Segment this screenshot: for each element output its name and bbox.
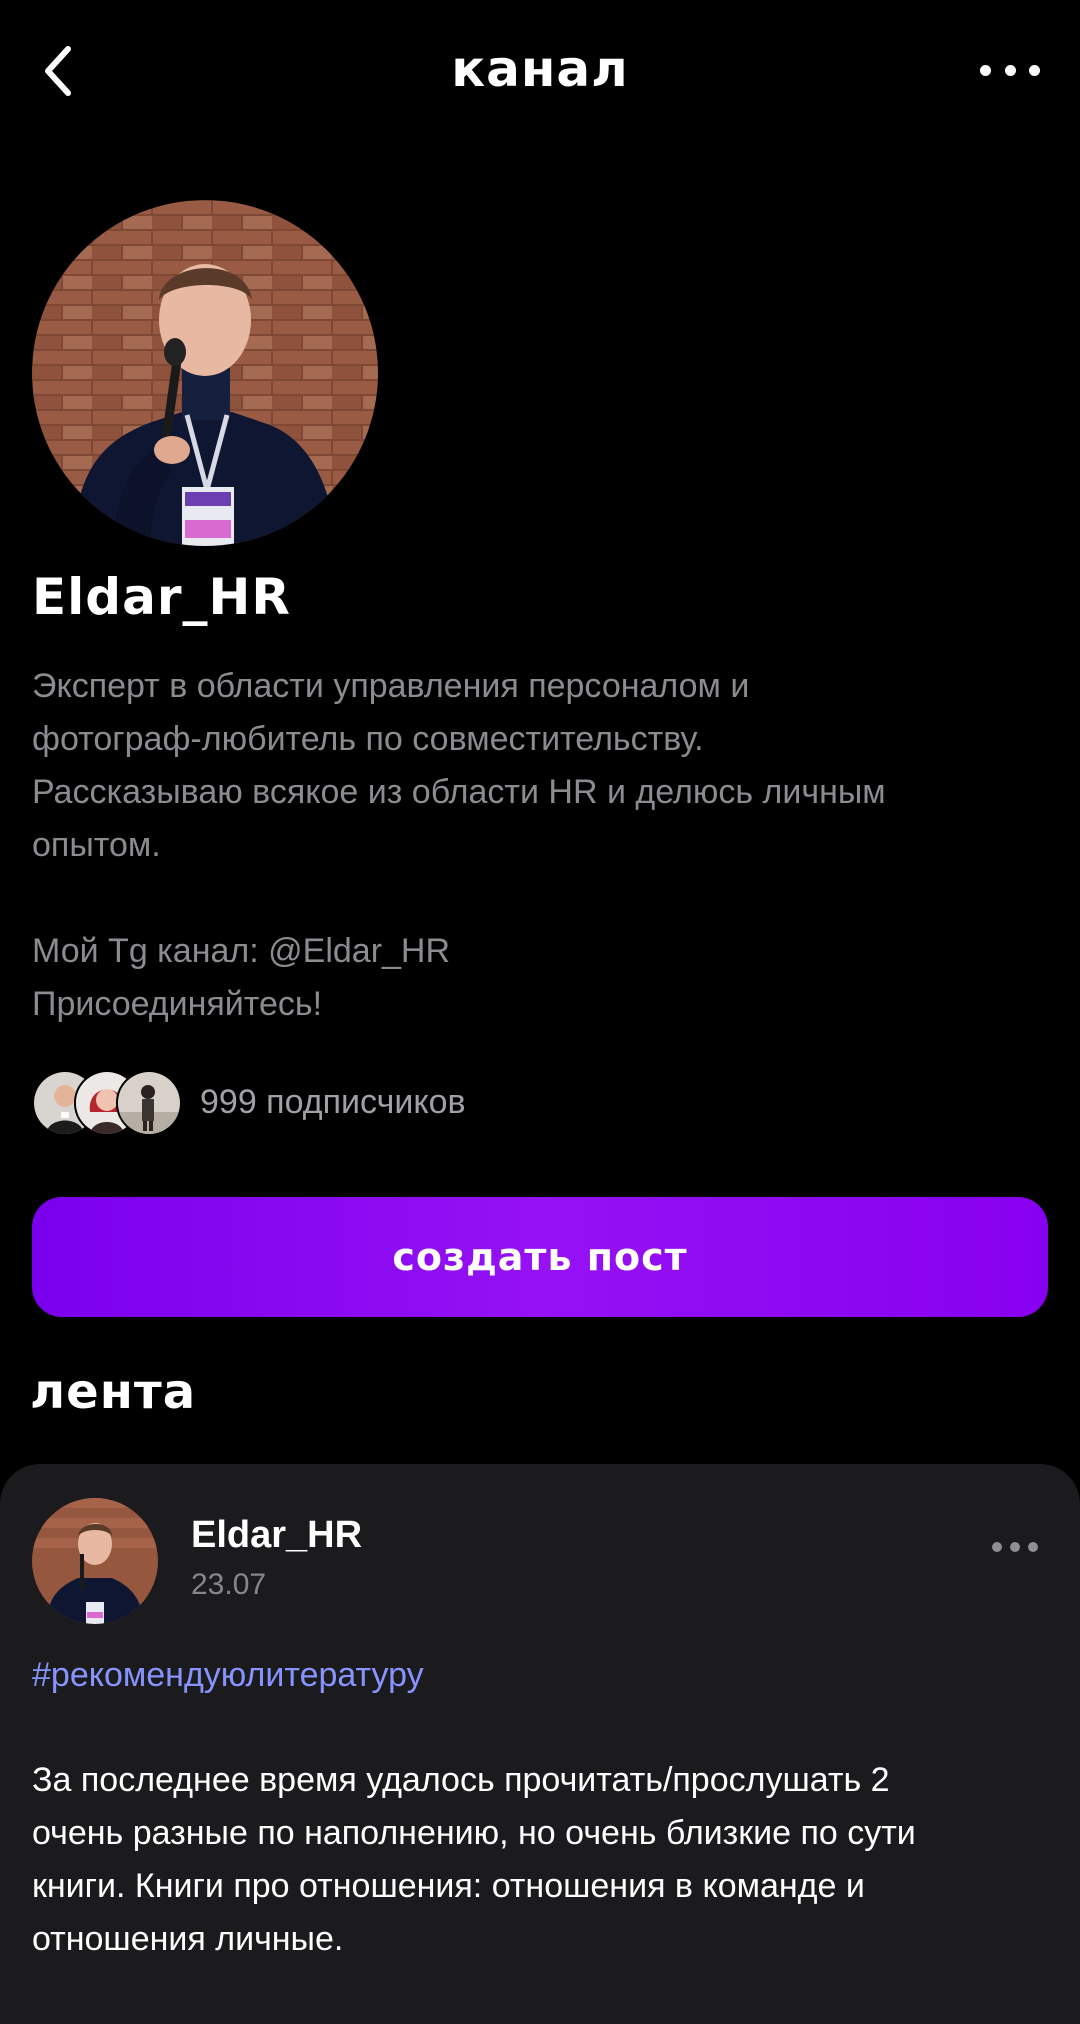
bio-line: опытом. — [32, 826, 161, 864]
post-author-avatar[interactable] — [32, 1498, 158, 1624]
feed-title: лента — [30, 1364, 197, 1420]
subscribers-count: 999 подписчиков — [200, 1082, 466, 1121]
more-dot — [1028, 1542, 1038, 1552]
more-horizontal-icon — [980, 64, 991, 76]
post-text: За последнее время удалось прочитать/про… — [32, 1754, 1052, 1966]
more-dot — [1010, 1542, 1020, 1552]
bio-line: Присоединяйтесь! — [32, 985, 323, 1023]
avatar-photo — [32, 200, 378, 546]
post-hashtag[interactable]: #рекомендуюлитературу — [32, 1656, 424, 1695]
post-card[interactable]: Eldar_HR 23.07 #рекомендуюлитературу За … — [0, 1464, 1080, 2024]
post-text-line: книги. Книги про отношения: отношения в … — [32, 1867, 865, 1905]
subscribers-row[interactable]: 999 подписчиков — [32, 1070, 466, 1136]
more-dot — [1004, 64, 1016, 76]
avatar — [116, 1070, 182, 1136]
channel-name: Eldar_HR — [32, 568, 291, 626]
subscriber-avatars — [32, 1070, 182, 1136]
create-post-button[interactable]: создать пост — [32, 1197, 1048, 1317]
post-author[interactable]: Eldar_HR — [191, 1514, 362, 1557]
channel-description: Эксперт в области управления персоналом … — [32, 660, 1032, 1031]
bio-line: Мой Tg канал: @Eldar_HR — [32, 932, 451, 970]
more-options-button[interactable] — [980, 52, 1040, 88]
bio-line: Эксперт в области управления персоналом … — [32, 667, 750, 705]
post-text-line: очень разные по наполнению, но очень бли… — [32, 1814, 916, 1852]
more-dot — [1029, 64, 1040, 76]
more-horizontal-icon — [992, 1542, 1002, 1552]
page-title: канал — [451, 40, 629, 98]
post-date: 23.07 — [191, 1568, 267, 1601]
channel-avatar[interactable] — [32, 200, 378, 546]
bio-spacer — [32, 872, 1032, 925]
post-more-button[interactable] — [992, 1540, 1038, 1554]
post-text-line: За последнее время удалось прочитать/про… — [32, 1761, 890, 1799]
bio-line: Рассказываю всякое из области HR и делюс… — [32, 773, 886, 811]
top-bar: канал — [0, 0, 1080, 140]
post-text-line: отношения личные. — [32, 1920, 344, 1958]
bio-line: фотограф-любитель по совместительству. — [32, 720, 704, 758]
